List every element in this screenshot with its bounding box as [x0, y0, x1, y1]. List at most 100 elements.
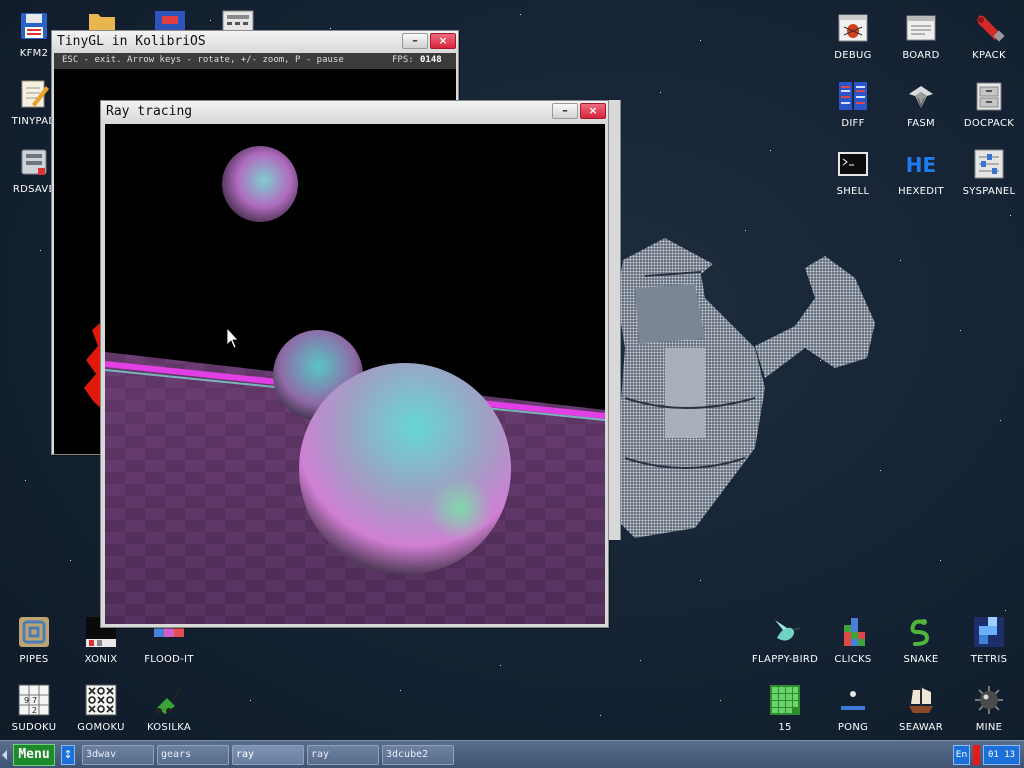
- task-label: 3dcube2: [386, 749, 429, 760]
- mine-bomb-icon: [975, 686, 1003, 714]
- desktop-icon-label: GOMOKU: [77, 722, 125, 733]
- desktop-icon-board[interactable]: BOARD: [887, 12, 955, 78]
- lawnmower-icon: [156, 687, 182, 714]
- terminal-shell-icon: [838, 152, 868, 176]
- minimize-button[interactable]: –: [402, 33, 428, 49]
- hummingbird-icon: [775, 620, 801, 641]
- floppy-disk-icon: [21, 13, 47, 39]
- desktop-icon-label: TETRIS: [970, 654, 1008, 665]
- desktop-icon-label: 15: [778, 722, 792, 733]
- desktop-icon-label: SHELL: [836, 186, 870, 197]
- fasm-assembler-icon: [909, 86, 933, 108]
- message-board-icon: [906, 15, 936, 41]
- svg-text:7: 7: [32, 696, 37, 705]
- fps-value: 0148: [420, 55, 442, 65]
- sailing-ship-icon: [909, 686, 933, 713]
- desktop-icon-kpack[interactable]: KPACK: [955, 12, 1023, 78]
- taskbar-task-ray-active[interactable]: ray: [232, 745, 304, 765]
- tinygl-status-bar: ESC - exit. Arrow keys - rotate, +/- zoo…: [54, 53, 456, 69]
- desktop-icon-label: MINE: [975, 722, 1003, 733]
- desktop-icon-hexedit[interactable]: HE HEXEDIT: [887, 148, 955, 214]
- document-cabinet-icon: [976, 82, 1002, 111]
- desktop-icon-pipes[interactable]: PIPES: [0, 616, 68, 682]
- keyboard-indicator-red: [973, 745, 980, 765]
- switch-arrows-icon: ↕: [63, 748, 73, 761]
- desktop-icon-label: FLOOD-IT: [144, 654, 194, 665]
- desktop-icon-label: FASM: [907, 118, 935, 129]
- desktop-icon-label: DEBUG: [834, 50, 872, 61]
- calculator-icon[interactable]: [222, 10, 254, 32]
- desktop-icon-syspanel[interactable]: SYSPANEL: [955, 148, 1023, 214]
- desktop-icon-label: DOCPACK: [963, 118, 1015, 129]
- tetris-blocks-icon: [974, 617, 1004, 647]
- desktop-icon-label: SEAWAR: [899, 722, 943, 733]
- top-sphere: [222, 146, 298, 222]
- disk-manager-icon[interactable]: [154, 10, 186, 32]
- close-button[interactable]: ×: [580, 103, 606, 119]
- desktop-icon-label: PIPES: [19, 654, 49, 665]
- desktop-icon-label: CLICKS: [834, 654, 872, 665]
- desktop-icon-docpack[interactable]: DOCPACK: [955, 80, 1023, 146]
- desktop-icon-label: KPACK: [972, 50, 1006, 61]
- desktop-icon-clicks[interactable]: CLICKS: [819, 616, 887, 682]
- svg-text:2: 2: [32, 706, 37, 715]
- menu-button-label: Menu: [18, 747, 50, 762]
- window-title: Ray tracing: [106, 104, 193, 119]
- snake-icon: [910, 619, 930, 646]
- desktop-icon-label: PONG: [837, 722, 869, 733]
- large-sphere: [299, 363, 511, 575]
- window-titlebar[interactable]: Ray tracing: [101, 101, 608, 123]
- ray-tracing-window[interactable]: Ray tracing – ×: [100, 100, 609, 628]
- task-label: ray: [311, 749, 330, 760]
- desktop-icon-fasm[interactable]: FASM: [887, 80, 955, 146]
- taskbar-task-gears[interactable]: gears: [157, 745, 229, 765]
- clicks-blocks-icon: [844, 618, 865, 646]
- desktop-icon-label: SUDOKU: [11, 722, 57, 733]
- desktop-icon-shell[interactable]: SHELL: [819, 148, 887, 214]
- desktop-icon-label: SYSPANEL: [962, 186, 1016, 197]
- folder-icon[interactable]: [87, 10, 117, 32]
- taskbar-task-3dwav[interactable]: 3dwav: [82, 745, 154, 765]
- notepad-pencil-icon: [21, 80, 49, 108]
- ray-tracing-render[interactable]: [105, 124, 605, 624]
- fifteen-puzzle-icon: [770, 685, 800, 715]
- svg-text:HE: HE: [906, 153, 936, 177]
- sudoku-grid-icon: 9 7 2: [18, 684, 50, 716]
- hex-editor-icon: HE: [906, 153, 936, 177]
- taskbar-task-3dcube2[interactable]: 3dcube2: [382, 745, 454, 765]
- task-label: gears: [161, 749, 192, 760]
- window-titlebar[interactable]: TinyGL in KolibriOS: [52, 31, 458, 53]
- diff-compare-icon: [839, 82, 867, 110]
- pong-paddle-icon: [841, 691, 865, 710]
- desktop-icon-snake[interactable]: SNAKE: [887, 616, 955, 682]
- minimize-button[interactable]: –: [552, 103, 578, 119]
- switch-windows-button[interactable]: ↕: [61, 745, 75, 765]
- window-title: TinyGL in KolibriOS: [57, 34, 206, 49]
- desktop-icon-label: FLAPPY-BIRD: [751, 654, 819, 665]
- taskbar-task-ray[interactable]: ray: [307, 745, 379, 765]
- treehouse-wallpaper-art: [615, 238, 875, 538]
- svg-text:9: 9: [24, 696, 29, 705]
- clock-time: 01 13: [987, 750, 1016, 760]
- desktop-icon-debug[interactable]: DEBUG: [819, 12, 887, 78]
- desktop-icon-tetris[interactable]: TETRIS: [955, 616, 1023, 682]
- desktop-icon-flappy-bird[interactable]: FLAPPY-BIRD: [751, 616, 819, 682]
- desktop-icon-diff[interactable]: DIFF: [819, 80, 887, 146]
- task-label: 3dwav: [86, 749, 117, 760]
- menu-button[interactable]: Menu: [13, 744, 55, 766]
- taskbar-left-arrow-icon[interactable]: [2, 750, 7, 760]
- desktop-icon-label: KOSILKA: [146, 722, 192, 733]
- ram-disk-save-icon: [21, 149, 47, 175]
- background-window-edge: [609, 100, 621, 540]
- fps-label: FPS:: [392, 55, 414, 65]
- language-indicator[interactable]: En: [953, 745, 970, 765]
- desktop-icon-label: DIFF: [841, 118, 865, 129]
- desktop-icon-label: SNAKE: [903, 654, 939, 665]
- wrench-pack-icon: [977, 15, 1005, 42]
- bug-debugger-icon: [838, 14, 868, 42]
- taskbar: Menu ↕ 3dwav gears ray ray 3dcube2 En 01…: [0, 740, 1024, 768]
- system-panel-sliders-icon: [974, 149, 1004, 179]
- close-button[interactable]: ×: [430, 33, 456, 49]
- clock[interactable]: 01 13: [983, 745, 1020, 765]
- gomoku-board-icon: [85, 684, 117, 716]
